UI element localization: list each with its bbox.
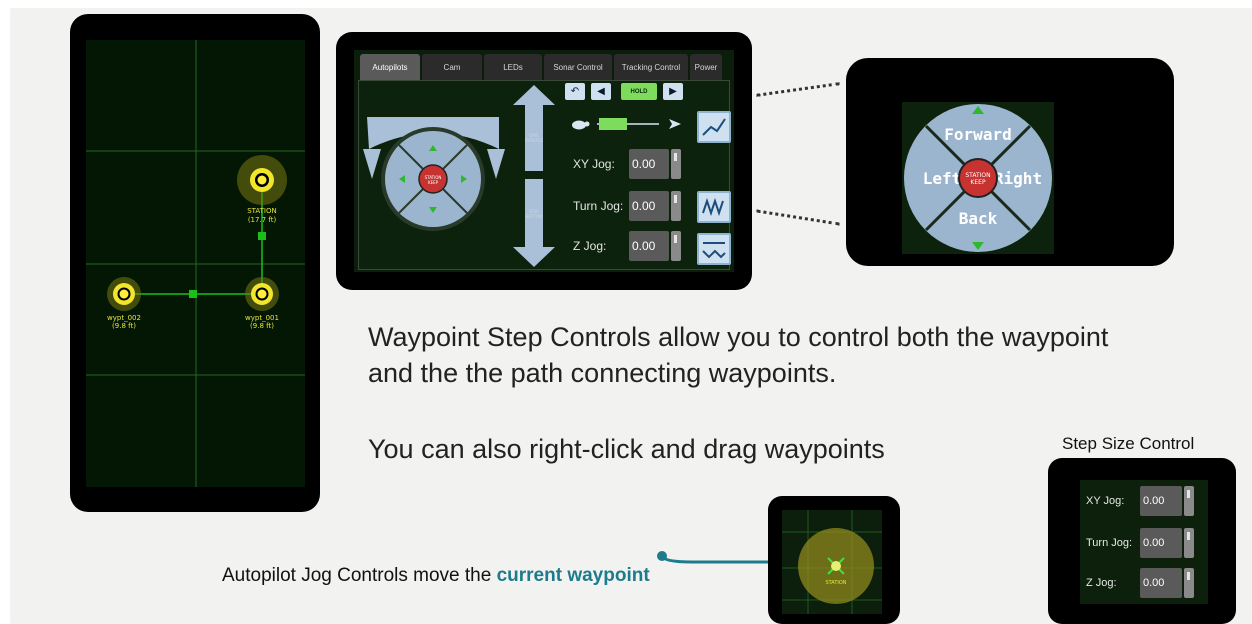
jog-caption: Autopilot Jog Controls move the current … — [222, 565, 650, 587]
z-jog-input[interactable]: 0.00 — [629, 231, 669, 261]
next-icon: ▶ — [669, 86, 677, 97]
dive-bottom-button[interactable] — [513, 179, 555, 267]
tab-bar: Autopilots Cam LEDs Sonar Control Tracki… — [360, 54, 722, 80]
undo-button[interactable]: ↶ — [565, 83, 585, 100]
waypoint-001-marker[interactable]: wypt_001 (9.8 ft) — [245, 277, 279, 330]
z-jog-row: Z Jog: 0.00 — [573, 231, 681, 261]
zoomed-dpad-device: Forward Left Right Back STATION KEEP — [846, 58, 1174, 266]
control-panel-screen: Autopilots Cam LEDs Sonar Control Tracki… — [354, 50, 734, 272]
tab-tracking-control[interactable]: Tracking Control — [614, 54, 688, 80]
step-turn-input[interactable]: 0.00 — [1140, 528, 1182, 558]
step-xy-label: XY Jog: — [1086, 495, 1125, 507]
xy-jog-input[interactable]: 0.00 — [629, 149, 669, 179]
tab-leds[interactable]: LEDs — [484, 54, 542, 80]
z-step-icon — [702, 242, 726, 259]
xy-jog-row: XY Jog: 0.00 — [573, 149, 681, 179]
turn-jog-row: Turn Jog: 0.00 — [573, 191, 681, 221]
z-jog-spinner[interactable] — [671, 231, 681, 261]
step-z-input[interactable]: 0.00 — [1140, 568, 1182, 598]
control-panel-device: Autopilots Cam LEDs Sonar Control Tracki… — [336, 32, 752, 290]
direction-pad: STATION KEEP — [363, 117, 505, 231]
dive-surface-button[interactable] — [513, 85, 555, 171]
step-xy-spinner[interactable] — [1184, 486, 1194, 516]
station-label: STATION — [247, 207, 277, 215]
path-midpoint-handle[interactable] — [258, 232, 266, 240]
waypoint-002-marker[interactable]: wypt_002 (9.8 ft) — [107, 277, 141, 330]
left-button[interactable]: Left — [923, 169, 962, 188]
xy-step-size-button[interactable] — [697, 111, 731, 143]
step-size-screen: XY Jog: 0.00 Turn Jog: 0.00 Z Jog: 0.00 — [1080, 480, 1208, 604]
undo-icon: ↶ — [570, 86, 580, 97]
step-size-device: XY Jog: 0.00 Turn Jog: 0.00 Z Jog: 0.00 — [1048, 458, 1236, 624]
turn-jog-label: Turn Jog: — [573, 199, 624, 213]
step-turn-label: Turn Jog: — [1086, 537, 1133, 549]
zoom-station-keep-label: STATION — [965, 172, 990, 179]
current-waypoint-marker[interactable] — [831, 561, 841, 571]
tab-power[interactable]: Power — [690, 54, 722, 80]
autopilot-panel: ↶ ◀ HOLD ▶ STATION KEEP DIVE SURFACE DIV… — [358, 80, 731, 270]
previous-waypoint-button[interactable]: ◀ — [591, 83, 611, 100]
step-xy-input[interactable]: 0.00 — [1140, 486, 1182, 516]
step-z-row: Z Jog: 0.00 — [1086, 568, 1194, 598]
step-size-title: Step Size Control — [1062, 434, 1195, 453]
turn-jog-input[interactable]: 0.00 — [629, 191, 669, 221]
zoom-station-keep-label: KEEP — [970, 179, 986, 186]
turtle-icon — [572, 120, 586, 130]
zoomed-direction-pad: Forward Left Right Back STATION KEEP — [904, 104, 1052, 252]
depth-control: DIVE SURFACE DIVE BOTTOM — [513, 85, 555, 267]
turn-step-size-button[interactable] — [697, 191, 731, 223]
step-controls-caption: Waypoint Step Controls allow you to cont… — [368, 322, 1109, 388]
station-marker[interactable]: STATION (17.7 ft) — [237, 155, 287, 224]
dive-bottom-label: BOTTOM — [525, 214, 543, 219]
tab-cam[interactable]: Cam — [422, 54, 482, 80]
speed-slider[interactable] — [569, 113, 689, 135]
turn-step-icon — [702, 197, 724, 217]
turn-jog-spinner[interactable] — [671, 191, 681, 221]
small-station-label: STATION — [825, 580, 846, 586]
station-keep-label: KEEP — [428, 180, 439, 185]
next-waypoint-button[interactable]: ▶ — [663, 83, 683, 100]
map-grid — [86, 40, 305, 487]
map-view[interactable]: STATION (17.7 ft) wypt_001 (9.8 ft) wypt… — [86, 40, 305, 487]
speed-slider-handle[interactable] — [599, 118, 627, 130]
zoomed-dpad-screen: Forward Left Right Back STATION KEEP — [902, 102, 1054, 254]
hold-label: HOLD — [630, 88, 648, 95]
current-waypoint-view[interactable]: STATION — [782, 510, 882, 614]
tab-sonar-control[interactable]: Sonar Control — [544, 54, 612, 80]
right-button[interactable]: Right — [994, 169, 1042, 188]
hold-button[interactable]: HOLD — [621, 83, 657, 100]
jog-caption-text: Autopilot Jog Controls move the — [222, 565, 497, 586]
forward-button[interactable]: Forward — [944, 125, 1011, 144]
prev-icon: ◀ — [597, 86, 605, 97]
wp1-distance: (9.8 ft) — [250, 322, 274, 330]
step-z-spinner[interactable] — [1184, 568, 1194, 598]
map-device: STATION (17.7 ft) wypt_001 (9.8 ft) wypt… — [70, 14, 320, 512]
z-step-size-button[interactable] — [697, 233, 731, 265]
tab-autopilots[interactable]: Autopilots — [360, 54, 420, 80]
jog-caption-highlight: current waypoint — [496, 565, 650, 586]
step-turn-row: Turn Jog: 0.00 — [1086, 528, 1194, 558]
dive-surface-label: SURFACE — [525, 138, 544, 143]
station-distance: (17.7 ft) — [248, 216, 277, 224]
xy-jog-label: XY Jog: — [573, 157, 615, 171]
wp2-distance: (9.8 ft) — [112, 322, 136, 330]
xy-jog-spinner[interactable] — [671, 149, 681, 179]
right-click-caption: You can also right-click and drag waypoi… — [368, 434, 885, 464]
rabbit-icon — [669, 119, 681, 129]
step-xy-row: XY Jog: 0.00 — [1086, 486, 1194, 516]
wp1-label: wypt_001 — [245, 314, 279, 322]
back-button[interactable]: Back — [959, 209, 998, 228]
step-z-label: Z Jog: — [1086, 577, 1117, 589]
current-waypoint-device: STATION — [768, 496, 900, 624]
z-jog-label: Z Jog: — [573, 239, 607, 253]
wp2-label: wypt_002 — [107, 314, 141, 322]
step-turn-spinner[interactable] — [1184, 528, 1194, 558]
yaw-left-arrow[interactable] — [363, 149, 381, 179]
yaw-right-arrow[interactable] — [487, 149, 505, 179]
path-step-icon — [702, 118, 726, 136]
path-midpoint-handle[interactable] — [189, 290, 197, 298]
